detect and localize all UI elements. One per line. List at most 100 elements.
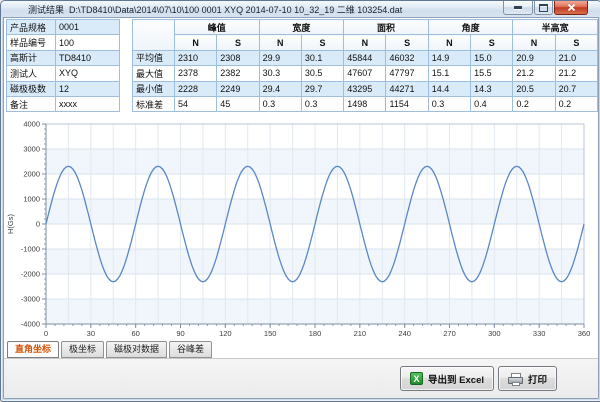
y-tick-label: 1000	[23, 195, 40, 204]
caption-buttons	[502, 1, 588, 15]
stat-value: 29.7	[301, 81, 343, 96]
stat-value: 45	[217, 96, 259, 111]
stat-value: 15.1	[428, 66, 470, 81]
stat-value: 43295	[344, 81, 386, 96]
y-tick-label: -1000	[21, 245, 40, 254]
y-tick-label: 2000	[23, 170, 40, 179]
window-title: 测试结果D:\TD8410\Data\2014\07\10\100 0001 X…	[28, 3, 402, 16]
stats-group-header: 半高宽	[513, 20, 598, 35]
x-tick-label: 30	[87, 329, 95, 338]
info-label: 备注	[7, 96, 56, 111]
window-title-file-path: D:\TD8410\Data\2014\07\10\100 0001 XYQ 2…	[69, 5, 402, 15]
chart-canvas: 4000 3000 2000 1000 0 -1000 -2000 -3000 -4000 0 30…	[4, 113, 598, 339]
excel-icon: X	[410, 372, 423, 385]
export-excel-button[interactable]: X 导出到 Excel	[400, 366, 494, 391]
stat-value: 2382	[217, 66, 259, 81]
bottom-bar: X 导出到 Excel 打印	[4, 358, 598, 398]
info-value: TD8410	[56, 50, 120, 65]
y-tick-label: 3000	[23, 145, 40, 154]
stats-row-label: 标准差	[133, 96, 175, 111]
stats-ns-header: N	[428, 35, 470, 50]
stat-value: 2249	[217, 81, 259, 96]
stat-value: 0.2	[513, 96, 555, 111]
info-table: 产品规格0001 样品编号100 高斯计TD8410 测试人XYQ 磁极极数12…	[6, 19, 120, 112]
stat-value: 30.1	[301, 50, 343, 65]
stats-row-label: 最小值	[133, 81, 175, 96]
stats-ns-header: N	[175, 35, 217, 50]
minimize-button[interactable]	[503, 1, 533, 15]
table-row: 平均值 2310 2308 29.9 30.1 45844 46032 14.9…	[133, 50, 598, 65]
stat-value: 20.7	[555, 81, 597, 96]
y-tick-label: -3000	[21, 295, 40, 304]
print-button[interactable]: 打印	[498, 366, 557, 391]
close-button[interactable]	[554, 1, 588, 15]
info-label: 样品编号	[7, 35, 56, 50]
tab-rectangular-coords[interactable]: 直角坐标	[7, 341, 59, 358]
stats-ns-header: N	[344, 35, 386, 50]
stat-value: 29.4	[259, 81, 301, 96]
stat-value: 14.3	[471, 81, 513, 96]
stat-value: 2308	[217, 50, 259, 65]
stats-ns-header: S	[301, 35, 343, 50]
stat-value: 0.3	[428, 96, 470, 111]
stats-corner-cell	[133, 20, 175, 51]
stat-value: 2378	[175, 66, 217, 81]
maximize-button[interactable]	[534, 1, 553, 15]
stat-value: 44271	[386, 81, 428, 96]
x-tick-label: 60	[131, 329, 139, 338]
info-value: 0001	[56, 20, 120, 35]
stat-value: 20.9	[513, 50, 555, 65]
x-tick-label: 90	[176, 329, 184, 338]
stat-value: 15.0	[471, 50, 513, 65]
stats-group-header: 宽度	[259, 20, 344, 35]
y-tick-label: 4000	[23, 120, 40, 129]
app-window: 测试结果D:\TD8410\Data\2014\07\10\100 0001 X…	[0, 0, 600, 402]
stat-value: 47607	[344, 66, 386, 81]
table-row: 最大值 2378 2382 30.3 30.5 47607 47797 15.1…	[133, 66, 598, 81]
stat-value: 0.3	[259, 96, 301, 111]
stat-value: 45844	[344, 50, 386, 65]
stats-row-label: 平均值	[133, 50, 175, 65]
stats-ns-header: S	[471, 35, 513, 50]
printer-icon	[508, 373, 523, 385]
info-label: 测试人	[7, 66, 56, 81]
stat-value: 14.4	[428, 81, 470, 96]
view-tabs: 直角坐标 极坐标 磁极对数据 谷峰差	[7, 341, 212, 356]
y-tick-label: -4000	[21, 320, 40, 329]
stat-value: 14.9	[428, 50, 470, 65]
x-tick-label: 360	[578, 329, 591, 338]
table-row: 最小值 2228 2249 29.4 29.7 43295 44271 14.4…	[133, 81, 598, 96]
minimize-icon	[514, 6, 522, 10]
y-axis-label: H(Gs)	[6, 214, 15, 234]
maximize-icon	[539, 4, 548, 12]
stat-value: 29.9	[259, 50, 301, 65]
table-row: 标准差 54 45 0.3 0.3 1498 1154 0.3 0.4 0.2 …	[133, 96, 598, 111]
export-excel-label: 导出到 Excel	[428, 372, 484, 386]
x-tick-label: 180	[309, 329, 322, 338]
x-tick-label: 330	[533, 329, 546, 338]
stats-ns-header: S	[217, 35, 259, 50]
stat-value: 1154	[386, 96, 428, 111]
tab-valley-peak-diff[interactable]: 谷峰差	[169, 341, 212, 358]
tab-polar-coords[interactable]: 极坐标	[61, 341, 104, 358]
x-tick-label: 0	[44, 329, 48, 338]
x-tick-label: 240	[398, 329, 411, 338]
stats-ns-header: N	[259, 35, 301, 50]
y-tick-label: 0	[36, 220, 40, 229]
stat-value: 2310	[175, 50, 217, 65]
stat-value: 1498	[344, 96, 386, 111]
stats-ns-header: S	[555, 35, 597, 50]
x-tick-label: 150	[264, 329, 277, 338]
waveform-chart: 4000 3000 2000 1000 0 -1000 -2000 -3000 -4000 0 30…	[4, 113, 598, 339]
stat-value: 20.5	[513, 81, 555, 96]
x-tick-label: 210	[354, 329, 367, 338]
info-label: 产品规格	[7, 20, 56, 35]
stat-value: 21.0	[555, 50, 597, 65]
tab-pole-pair-data[interactable]: 磁极对数据	[106, 341, 167, 358]
stat-value: 0.3	[301, 96, 343, 111]
y-tick-label: -2000	[21, 270, 40, 279]
stats-ns-header: S	[386, 35, 428, 50]
info-label: 高斯计	[7, 50, 56, 65]
stat-value: 30.3	[259, 66, 301, 81]
stats-group-header: 面积	[344, 20, 429, 35]
